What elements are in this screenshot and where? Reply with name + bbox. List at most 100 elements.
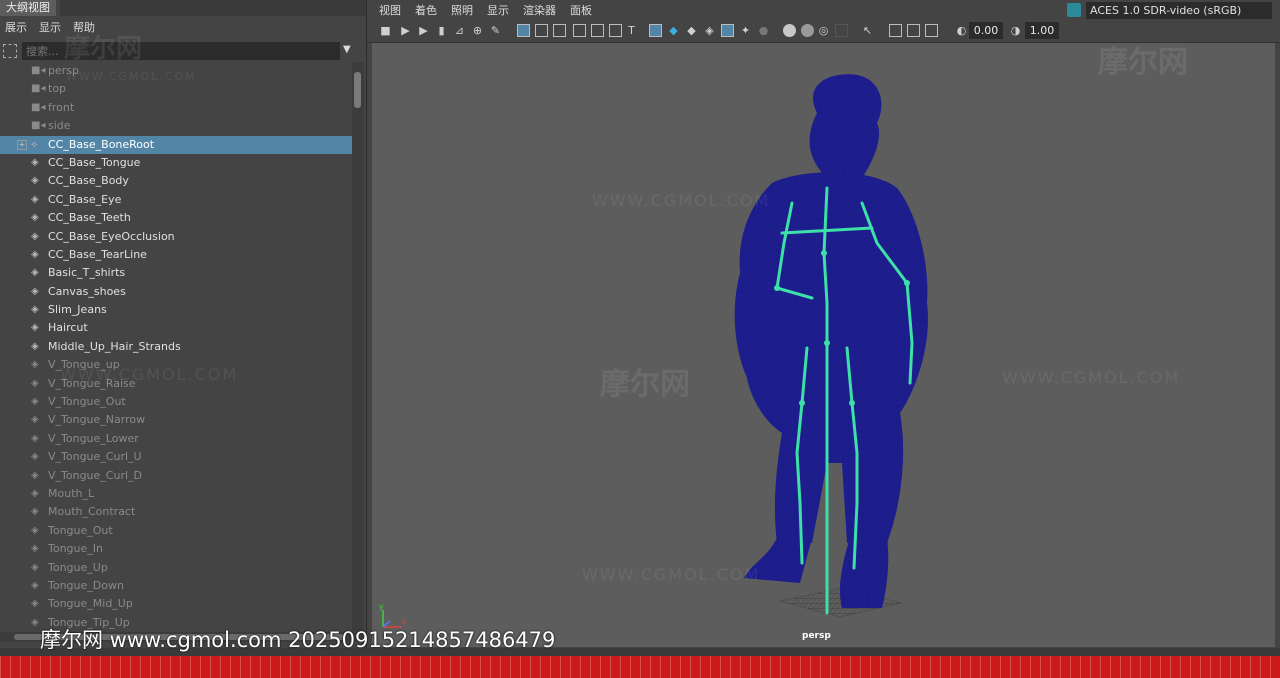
outliner-item[interactable]: ◈ Haircut <box>0 319 352 337</box>
bookmark-camera-icon[interactable]: ▮ <box>435 24 448 37</box>
gate-mask-icon[interactable] <box>573 24 586 37</box>
viewport-persp[interactable]: 摩尔网 WWW.CGMOL.COM WWW.CGMOL.COM WWW.CGMO… <box>372 43 1275 647</box>
vertical-scrollbar[interactable] <box>352 62 364 632</box>
menu-display[interactable]: 显示 <box>39 19 61 35</box>
outliner-item[interactable]: ◈ Mouth_L <box>0 485 352 503</box>
menu-renderer[interactable]: 渲染器 <box>523 2 556 18</box>
shadows-icon[interactable]: ● <box>757 24 770 37</box>
menu-shading[interactable]: 着色 <box>415 2 437 18</box>
outliner-item[interactable]: ◈ V_Tongue_Curl_D <box>0 467 352 485</box>
mesh-icon: ◈ <box>31 340 39 352</box>
grid-icon[interactable] <box>517 24 530 37</box>
axis-y-label: y <box>379 602 384 611</box>
outliner-item[interactable]: ◈ Mouth_Contract <box>0 503 352 521</box>
smooth-shade-icon[interactable]: ◆ <box>667 24 680 37</box>
outliner-item[interactable]: ■◂ front <box>0 99 352 117</box>
mesh-icon: ◈ <box>31 561 39 573</box>
xray-icon[interactable] <box>889 24 902 37</box>
watermark-logo: 摩尔网 <box>600 367 690 402</box>
view-transform-dropdown[interactable]: ACES 1.0 SDR-video (sRGB) <box>1086 2 1272 19</box>
lights-icon[interactable]: ✦ <box>739 24 752 37</box>
safe-action-icon[interactable] <box>609 24 622 37</box>
isolate-select-icon[interactable]: ↖ <box>861 24 874 37</box>
outliner-item-label: Tongue_Down <box>48 578 124 592</box>
gamma-field[interactable]: 1.00 <box>1025 22 1059 39</box>
outliner-item[interactable]: ◈ CC_Base_Teeth <box>0 209 352 227</box>
image-plane-icon[interactable]: ⊿ <box>453 24 466 37</box>
outliner-item-label: Tongue_Mid_Up <box>48 597 133 611</box>
outliner-item[interactable]: ◈ V_Tongue_Out <box>0 393 352 411</box>
field-chart-icon[interactable] <box>591 24 604 37</box>
wireframe-on-shaded-icon[interactable]: ◈ <box>703 24 716 37</box>
outliner-title[interactable]: 大纲视图 <box>0 0 56 16</box>
color-management-toggle[interactable] <box>1067 3 1081 17</box>
outliner-item[interactable]: ◈ CC_Base_Eye <box>0 191 352 209</box>
xray-joints-icon[interactable] <box>925 24 938 37</box>
outliner-panel: 大纲视图 展示 显示 帮助 ▼ ■◂persp■◂top■◂front■◂sid… <box>0 0 367 648</box>
outliner-item[interactable]: ◈ Tongue_Down <box>0 577 352 595</box>
watermark-url: WWW.CGMOL.COM <box>1002 368 1181 387</box>
film-gate-icon[interactable] <box>535 24 548 37</box>
two-d-pan-icon[interactable]: ⊕ <box>471 24 484 37</box>
camera-attributes-icon[interactable]: ▶ <box>399 24 412 37</box>
gamma-icon[interactable]: ◑ <box>1009 24 1022 37</box>
exposure-field[interactable]: 0.00 <box>969 22 1003 39</box>
mesh-icon: ◈ <box>31 451 39 463</box>
outliner-item[interactable]: + ⟡ CC_Base_BoneRoot <box>0 135 352 154</box>
safe-title-icon[interactable]: T <box>625 24 638 37</box>
menu-show[interactable]: 显示 <box>487 2 509 18</box>
resolution-gate-icon[interactable] <box>553 24 566 37</box>
expand-icon[interactable]: + <box>17 139 27 150</box>
outliner-item[interactable]: ◈ CC_Base_Tongue <box>0 154 352 172</box>
camera-icon: ■◂ <box>31 83 46 95</box>
depth-of-field-icon[interactable] <box>835 24 848 37</box>
outliner-item-label: V_Tongue_Out <box>48 395 126 409</box>
motion-blur-icon[interactable] <box>801 24 814 37</box>
outliner-item[interactable]: ◈ V_Tongue_Curl_U <box>0 448 352 466</box>
outliner-item[interactable]: ◈ CC_Base_Body <box>0 172 352 190</box>
menu-lighting[interactable]: 照明 <box>451 2 473 18</box>
outliner-item[interactable]: ◈ V_Tongue_Narrow <box>0 411 352 429</box>
default-material-icon[interactable]: ◆ <box>685 24 698 37</box>
outliner-item[interactable]: ◈ Middle_Up_Hair_Strands <box>0 338 352 356</box>
screen-space-ao-icon[interactable] <box>783 24 796 37</box>
camera-icon: ■◂ <box>31 65 46 76</box>
scrollbar-thumb[interactable] <box>354 72 361 108</box>
outliner-item[interactable]: ◈ CC_Base_EyeOcclusion <box>0 228 352 246</box>
character-mesh <box>734 74 928 608</box>
camera-select-icon[interactable]: ■ <box>379 24 392 37</box>
outliner-item[interactable]: ◈ Slim_Jeans <box>0 301 352 319</box>
xray-active-components-icon[interactable] <box>907 24 920 37</box>
textured-icon[interactable] <box>721 24 734 37</box>
outliner-item[interactable]: ◈ CC_Base_TearLine <box>0 246 352 264</box>
filter-select-icon[interactable] <box>3 44 17 58</box>
outliner-item[interactable]: ◈ Canvas_shoes <box>0 283 352 301</box>
menu-panels[interactable]: 面板 <box>570 2 592 18</box>
outliner-item[interactable]: ■◂ top <box>0 80 352 98</box>
chevron-down-icon[interactable]: ▼ <box>343 44 351 55</box>
outliner-menubar: 展示 显示 帮助 <box>0 17 366 37</box>
outliner-item[interactable]: ◈ V_Tongue_Lower <box>0 430 352 448</box>
outliner-item[interactable]: ◈ Tongue_Mid_Up <box>0 595 352 613</box>
grease-pencil-icon[interactable]: ✎ <box>489 24 502 37</box>
outliner-item[interactable]: ◈ Basic_T_shirts <box>0 264 352 282</box>
outliner-item[interactable]: ◈ Tongue_Up <box>0 559 352 577</box>
menu-show[interactable]: 展示 <box>5 19 27 35</box>
anti-aliasing-icon[interactable]: ◎ <box>817 24 830 37</box>
menu-view[interactable]: 视图 <box>379 2 401 18</box>
exposure-icon[interactable]: ◐ <box>955 24 968 37</box>
mesh-icon: ◈ <box>31 469 39 481</box>
bookmark-icon[interactable]: ▶ <box>417 24 430 37</box>
camera-name-label: persp <box>802 631 831 641</box>
mesh-icon: ◈ <box>31 579 39 591</box>
outliner-item[interactable]: ■◂ side <box>0 117 352 135</box>
outliner-item-label: V_Tongue_Narrow <box>48 413 146 427</box>
time-slider[interactable] <box>0 656 1280 678</box>
outliner-item[interactable]: ◈ Tongue_Out <box>0 522 352 540</box>
mesh-icon: ◈ <box>31 156 39 168</box>
mesh-icon: ◈ <box>31 322 39 334</box>
watermark-url: WWW.CGMOL.COM <box>582 565 761 584</box>
outliner-item[interactable]: ◈ Tongue_In <box>0 540 352 558</box>
watermark-url: WWW.CGMOL.COM <box>60 365 239 384</box>
wireframe-icon[interactable] <box>649 24 662 37</box>
